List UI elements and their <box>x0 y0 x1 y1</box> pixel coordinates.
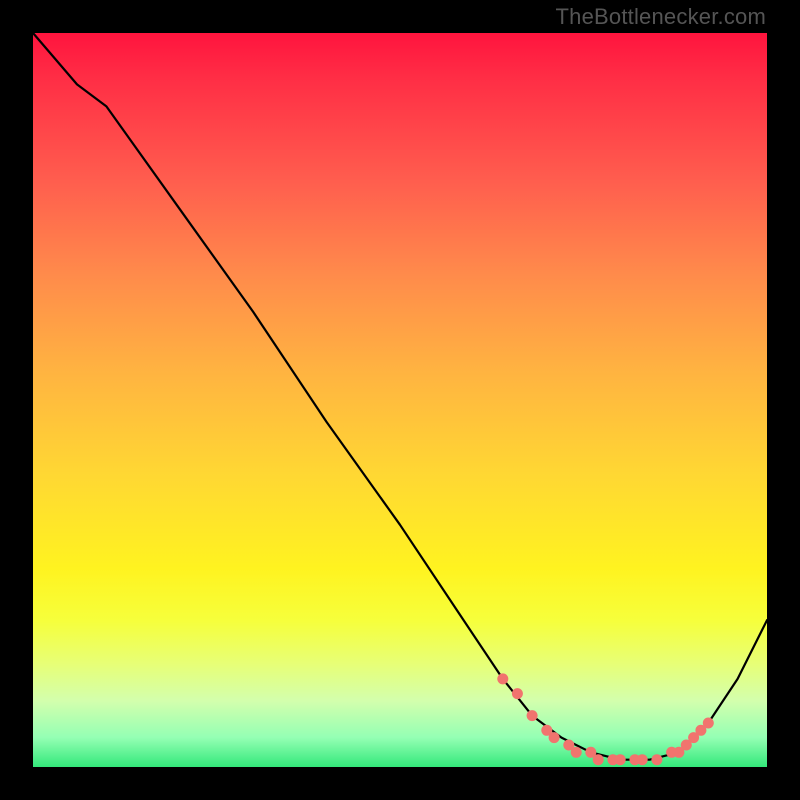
highlight-dot <box>527 710 538 721</box>
highlight-dot <box>512 688 523 699</box>
highlight-dot <box>637 754 648 765</box>
highlight-dot <box>651 754 662 765</box>
highlight-dot <box>549 732 560 743</box>
highlight-dot <box>703 718 714 729</box>
bottleneck-curve <box>33 33 767 760</box>
highlight-dot <box>571 747 582 758</box>
highlight-dot <box>593 754 604 765</box>
chart-plot <box>33 33 767 767</box>
highlight-dot <box>497 673 508 684</box>
highlight-dot <box>615 754 626 765</box>
attribution-label: TheBottlenecker.com <box>556 4 766 30</box>
highlight-dots <box>497 673 714 765</box>
